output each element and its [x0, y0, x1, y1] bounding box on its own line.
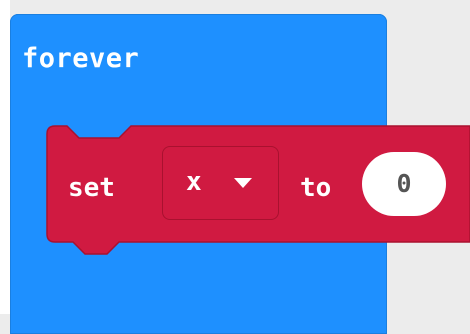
forever-label: forever — [22, 43, 140, 74]
value-number-input[interactable]: 0 — [362, 152, 446, 216]
variable-dropdown[interactable]: x — [162, 146, 279, 220]
blocks-workspace[interactable]: forever set x to 0 — [0, 0, 470, 334]
toolbox-edge — [0, 0, 10, 314]
set-keyword: set — [68, 173, 115, 203]
caret-down-icon — [234, 178, 252, 188]
variable-name: x — [186, 167, 202, 197]
value-number-text: 0 — [396, 169, 412, 198]
to-keyword: to — [300, 173, 332, 203]
